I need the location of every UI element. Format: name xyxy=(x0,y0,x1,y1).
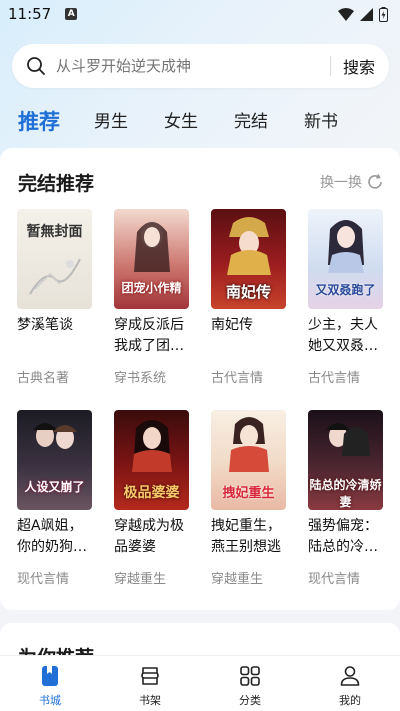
book-title: 穿成反派后我成了团… xyxy=(114,317,184,354)
book-tag: 穿越重生 xyxy=(114,572,167,587)
book-item[interactable]: 南妃传 南妃传 古代言情 xyxy=(211,209,286,386)
book-item[interactable]: 暂無封面 梦溪笔谈 古典名著 xyxy=(17,209,92,386)
book-title: 超A飒姐，你的奶狗… xyxy=(17,518,87,555)
cover-art xyxy=(33,423,77,449)
nav-profile[interactable]: 我的 xyxy=(300,656,400,711)
profile-icon xyxy=(340,666,360,686)
refresh-button[interactable]: 换一换 xyxy=(320,172,384,192)
book-cover[interactable]: 人设又崩了 xyxy=(17,410,92,510)
book-tag: 古代言情 xyxy=(308,371,361,386)
category-grid-icon xyxy=(240,666,260,686)
cover-title: 团宠小作精 xyxy=(121,281,182,295)
nav-category[interactable]: 分类 xyxy=(200,656,300,711)
finished-recommend-section: 完结推荐 换一换 暂無封面 梦溪笔谈 古典名著 团宠小作精 穿成反派后我成了团…… xyxy=(0,148,400,610)
cover-title: 又双叒跑了 xyxy=(315,283,376,297)
search-bar[interactable]: 搜索 xyxy=(12,44,389,88)
book-title: 拽妃重生，燕王别想逃 xyxy=(211,518,281,555)
wifi-icon xyxy=(338,7,354,21)
tab-male[interactable]: 男生 xyxy=(94,108,128,136)
book-tag: 古典名著 xyxy=(17,371,70,386)
battery-icon xyxy=(379,6,388,22)
book-cover[interactable]: 南妃传 xyxy=(211,209,286,309)
book-title: 穿越成为极品婆婆 xyxy=(114,518,184,555)
bookshelf-icon xyxy=(141,667,159,685)
book-item[interactable]: 拽妃重生 拽妃重生，燕王别想逃 穿越重生 xyxy=(211,410,286,587)
category-tabs: 推荐 男生 女生 完结 新书 xyxy=(18,104,374,136)
book-tag: 古代言情 xyxy=(211,371,264,386)
nav-bookstore[interactable]: 书城 xyxy=(0,656,100,711)
book-title: 少主，夫人她又双叒… xyxy=(308,317,378,354)
cover-title: 极品婆婆 xyxy=(123,485,180,501)
notification-icon: A xyxy=(65,8,78,20)
nav-label: 我的 xyxy=(339,694,361,707)
book-tag: 穿书系统 xyxy=(114,371,167,386)
book-item[interactable]: 极品婆婆 穿越成为极品婆婆 穿越重生 xyxy=(114,410,189,587)
book-cover[interactable]: 拽妃重生 xyxy=(211,410,286,510)
nav-bookshelf[interactable]: 书架 xyxy=(100,656,200,711)
nav-label: 分类 xyxy=(239,694,261,707)
status-icons xyxy=(338,6,388,22)
nav-label: 书架 xyxy=(139,694,161,707)
signal-icon xyxy=(360,7,373,21)
book-cover[interactable]: 暂無封面 xyxy=(17,209,92,309)
tab-recommend[interactable]: 推荐 xyxy=(18,108,60,136)
cover-art xyxy=(134,222,170,272)
bookstore-icon xyxy=(42,666,58,686)
search-button[interactable]: 搜索 xyxy=(331,54,389,78)
status-time: 11:57 xyxy=(8,5,52,23)
tab-finished[interactable]: 完结 xyxy=(234,108,268,136)
book-cover[interactable]: 陆总的冷清娇妻 xyxy=(308,410,383,510)
cover-art xyxy=(326,423,370,456)
book-cover[interactable]: 团宠小作精 xyxy=(114,209,189,309)
book-title: 南妃传 xyxy=(211,317,253,333)
status-bar: 11:57 A xyxy=(0,0,400,28)
tab-female[interactable]: 女生 xyxy=(164,108,198,136)
cover-art xyxy=(229,417,269,472)
cover-art xyxy=(132,420,172,472)
cover-title: 陆总的冷清娇妻 xyxy=(309,478,382,509)
book-title: 梦溪笔谈 xyxy=(17,317,73,333)
book-tag: 现代言情 xyxy=(308,572,361,587)
book-item[interactable]: 陆总的冷清娇妻 强势偏宠：陆总的冷… 现代言情 xyxy=(308,410,383,587)
book-item[interactable]: 人设又崩了 超A飒姐，你的奶狗… 现代言情 xyxy=(17,410,92,587)
book-cover[interactable]: 极品婆婆 xyxy=(114,410,189,510)
search-input[interactable] xyxy=(56,57,306,75)
cover-title: 拽妃重生 xyxy=(222,486,275,501)
book-item[interactable]: 又双叒跑了 少主，夫人她又双叒… 古代言情 xyxy=(308,209,383,386)
nav-label: 书城 xyxy=(39,694,61,707)
cover-title: 南妃传 xyxy=(225,283,271,301)
book-title: 强势偏宠：陆总的冷… xyxy=(308,518,378,555)
tab-new[interactable]: 新书 xyxy=(304,108,338,136)
book-tag: 现代言情 xyxy=(17,572,70,587)
cover-art xyxy=(29,258,81,295)
book-item[interactable]: 团宠小作精 穿成反派后我成了团… 穿书系统 xyxy=(114,209,189,386)
search-icon xyxy=(27,57,45,75)
refresh-icon xyxy=(368,174,382,189)
section-title: 完结推荐 xyxy=(18,173,95,195)
book-tag: 穿越重生 xyxy=(211,572,264,587)
cover-art xyxy=(328,220,364,273)
cover-art xyxy=(227,217,271,275)
cover-title: 人设又崩了 xyxy=(24,480,85,494)
cover-title: 暂無封面 xyxy=(26,224,83,240)
bottom-navigation: 书城 书架 分类 我的 xyxy=(0,655,400,711)
refresh-label: 换一换 xyxy=(320,175,362,191)
book-cover[interactable]: 又双叒跑了 xyxy=(308,209,383,309)
